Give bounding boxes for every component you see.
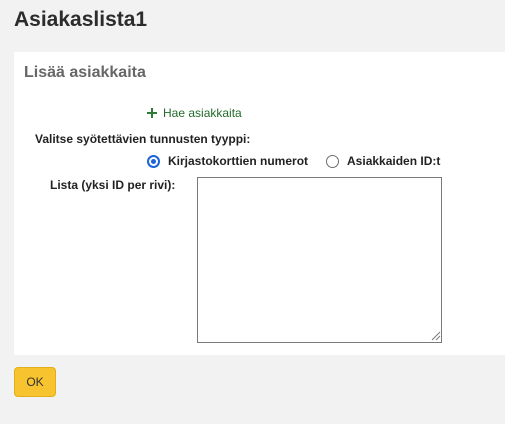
plus-icon bbox=[147, 108, 157, 118]
radio-button-patron-ids[interactable] bbox=[326, 154, 340, 168]
page-title: Asiakaslista1 bbox=[14, 8, 148, 31]
list-label: Lista (yksi ID per rivi): bbox=[50, 178, 176, 192]
panel-title: Lisää asiakkaita bbox=[24, 64, 146, 81]
resize-grip-icon[interactable] bbox=[431, 331, 441, 341]
add-patrons-panel: Lisää asiakkaita Hae asiakkaita Valitse … bbox=[14, 52, 505, 355]
search-patrons-link[interactable]: Hae asiakkaita bbox=[147, 106, 242, 120]
radio-button-card-numbers[interactable] bbox=[147, 154, 160, 168]
id-list-textarea[interactable] bbox=[197, 177, 442, 343]
ok-button[interactable]: OK bbox=[14, 367, 56, 397]
id-type-label: Valitse syötettävien tunnusten tyyppi: bbox=[35, 132, 251, 146]
radio-card-numbers[interactable]: Kirjastokorttien numerot bbox=[147, 154, 308, 168]
id-type-radio-group: Kirjastokorttien numerot Asiakkaiden ID:… bbox=[147, 154, 458, 168]
search-patrons-label: Hae asiakkaita bbox=[163, 106, 242, 120]
radio-label-patron-ids: Asiakkaiden ID:t bbox=[347, 154, 441, 168]
radio-patron-ids[interactable]: Asiakkaiden ID:t bbox=[326, 154, 440, 168]
radio-label-card-numbers: Kirjastokorttien numerot bbox=[168, 154, 309, 168]
